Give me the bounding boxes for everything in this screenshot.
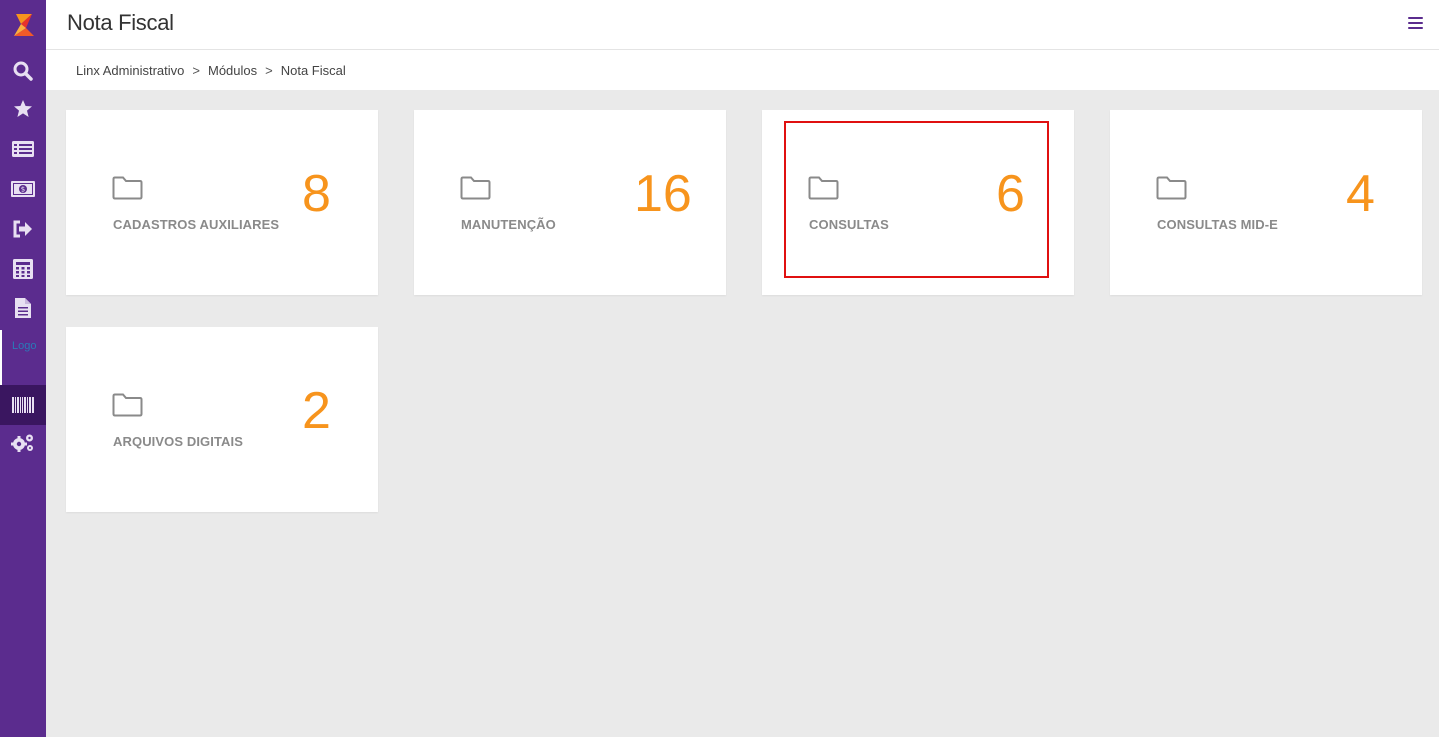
breadcrumb-separator: > (192, 63, 200, 78)
module-card-consultas[interactable]: CONSULTAS 6 (762, 110, 1074, 295)
module-card-cadastros-auxiliares[interactable]: CADASTROS AUXILIARES 8 (66, 110, 378, 295)
calculator-icon (13, 259, 33, 279)
sidebar-item-nota-fiscal[interactable] (0, 385, 46, 425)
module-label: MANUTENÇÃO (461, 217, 556, 232)
page-title: Nota Fiscal (67, 10, 174, 35)
module-label: ARQUIVOS DIGITAIS (113, 434, 244, 449)
folder-icon (460, 176, 491, 200)
module-count: 6 (996, 165, 1025, 223)
module-count: 4 (1346, 165, 1375, 223)
sidebar-item-search[interactable] (0, 52, 46, 90)
money-icon: $ (11, 181, 35, 197)
breadcrumb-separator: > (265, 63, 273, 78)
folder-icon (112, 176, 143, 200)
search-icon (13, 61, 33, 81)
top-header: Nota Fiscal (46, 0, 1439, 50)
breadcrumb-bar: Linx Administrativo > Módulos > Nota Fiscal (46, 50, 1439, 90)
sidebar: $ Logo (0, 0, 46, 737)
breadcrumb-item-linx-administrativo[interactable]: Linx Administrativo (76, 63, 184, 78)
list-icon (12, 141, 34, 157)
menu-button[interactable] (1408, 17, 1423, 31)
module-count: 2 (302, 382, 331, 440)
folder-icon (808, 176, 839, 200)
module-card-consultas-mid-e[interactable]: CONSULTAS MID-E 4 (1110, 110, 1422, 295)
module-card-arquivos-digitais[interactable]: ARQUIVOS DIGITAIS 2 (66, 327, 378, 512)
folder-icon (112, 393, 143, 417)
sidebar-item-financial[interactable]: $ (0, 170, 46, 208)
barcode-icon (12, 397, 34, 413)
sidebar-item-favorites[interactable] (0, 90, 46, 128)
module-label: CONSULTAS MID-E (1157, 217, 1278, 232)
sidebar-item-list[interactable] (0, 130, 46, 168)
module-count: 16 (634, 165, 692, 223)
sign-out-icon (13, 220, 32, 238)
breadcrumb: Linx Administrativo > Módulos > Nota Fiscal (76, 63, 346, 78)
module-count: 8 (302, 165, 331, 223)
module-label: CADASTROS AUXILIARES (113, 217, 280, 232)
sidebar-tooltip-fragment: Logo (0, 330, 46, 385)
star-icon (14, 100, 32, 117)
linx-logo-icon[interactable] (12, 12, 36, 38)
breadcrumb-item-nota-fiscal[interactable]: Nota Fiscal (281, 63, 346, 78)
module-label: CONSULTAS (809, 217, 889, 232)
sidebar-item-exit[interactable] (0, 210, 46, 248)
breadcrumb-item-modulos[interactable]: Módulos (208, 63, 257, 78)
hamburger-icon (1408, 17, 1423, 19)
document-icon (15, 298, 31, 318)
folder-icon (1156, 176, 1187, 200)
svg-text:$: $ (21, 186, 25, 194)
module-card-manutencao[interactable]: MANUTENÇÃO 16 (414, 110, 726, 295)
sidebar-item-calculator[interactable] (0, 250, 46, 288)
sidebar-item-documents[interactable] (0, 289, 46, 327)
sidebar-item-settings[interactable] (0, 424, 46, 462)
gears-icon (11, 434, 33, 452)
sidebar-tooltip-text: Logo (12, 340, 37, 352)
